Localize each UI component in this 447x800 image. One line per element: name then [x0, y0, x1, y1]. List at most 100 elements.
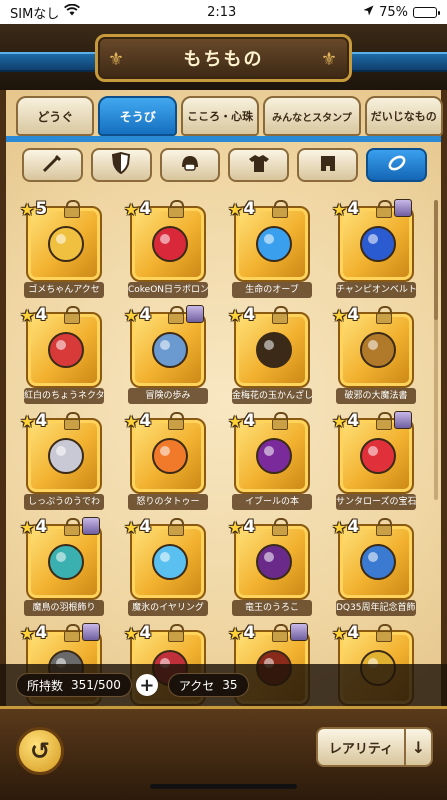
- tab-equipment[interactable]: そうび: [98, 96, 177, 136]
- lock-icon[interactable]: [376, 518, 392, 536]
- lock-icon[interactable]: [376, 412, 392, 430]
- item-card[interactable]: ★ 4 怒りのタトゥー: [124, 410, 210, 514]
- rarity-stars: ★ 4: [228, 410, 255, 432]
- item-card[interactable]: ★4 紅白のちょうネクタイ: [20, 304, 106, 408]
- scrollbar[interactable]: [434, 200, 438, 500]
- shirt-icon: [248, 153, 270, 177]
- lock-icon[interactable]: [168, 518, 184, 536]
- item-card[interactable]: ★ 4 破邪の大魔法書: [332, 304, 418, 408]
- rarity-value: 4: [35, 517, 48, 537]
- item-card[interactable]: ★ 5 ゴメちゃんアクセ: [20, 198, 106, 302]
- tab-stamps[interactable]: みんなとスタンプ: [263, 96, 361, 136]
- rarity-stars: ★ 4: [20, 516, 47, 538]
- subtab-shield[interactable]: [90, 148, 152, 182]
- tab-label: だいじなもの: [370, 110, 437, 123]
- rarity-stars: ★ 4: [124, 516, 151, 538]
- star-icon: ★: [332, 517, 347, 537]
- item-card[interactable]: ★ 4 竜王のうろこ: [228, 516, 314, 620]
- subtab-armor[interactable]: [228, 148, 290, 182]
- rarity-value: 4: [139, 305, 152, 325]
- subtab-legs[interactable]: [297, 148, 359, 182]
- sort-order-button[interactable]: ↓: [405, 727, 433, 767]
- home-indicator[interactable]: [150, 784, 297, 789]
- item-name: しっぷうのうでわ: [24, 494, 104, 510]
- item-art-icon: [248, 536, 300, 588]
- item-name: チャンピオンベルト: [336, 282, 416, 298]
- item-card[interactable]: ★ 4 DQ35周年記念首飾り: [332, 516, 418, 620]
- character-portrait-icon: [394, 199, 412, 217]
- tab-tools[interactable]: どうぐ: [16, 96, 95, 136]
- lock-icon[interactable]: [272, 518, 288, 536]
- subtab-accessory[interactable]: [366, 148, 427, 182]
- star-icon: ★: [332, 411, 347, 431]
- lock-icon[interactable]: [64, 200, 80, 218]
- shield-icon: [111, 151, 131, 178]
- title-plate: ⚜ もちもの ⚜: [95, 34, 352, 82]
- item-art-icon: [248, 430, 300, 482]
- wifi-icon: [64, 3, 81, 20]
- info-bar: 所持数 351/500 + アクセ 35: [0, 664, 447, 706]
- subtab-weapon[interactable]: [22, 148, 83, 182]
- lock-icon[interactable]: [168, 306, 184, 324]
- item-card[interactable]: ★ 4 魔鳥の羽根飾り: [20, 516, 106, 620]
- subtab-helmet[interactable]: [159, 148, 221, 182]
- lock-icon[interactable]: [272, 200, 288, 218]
- capacity-pill: 所持数 351/500: [16, 673, 132, 697]
- tab-key-items[interactable]: だいじなもの: [364, 96, 443, 136]
- lock-icon[interactable]: [376, 624, 392, 642]
- lock-icon[interactable]: [168, 624, 184, 642]
- item-card[interactable]: ★ 4 チャンピオンベルト: [332, 198, 418, 302]
- item-card[interactable]: ★ 4 しっぷうのうでわ: [20, 410, 106, 514]
- character-portrait-icon: [394, 411, 412, 429]
- lock-icon[interactable]: [376, 306, 392, 324]
- item-name: 魔鳥の羽根飾り: [24, 600, 104, 616]
- lock-icon[interactable]: [64, 306, 80, 324]
- lock-icon[interactable]: [272, 412, 288, 430]
- item-art-icon: [248, 324, 300, 376]
- capacity-label: 所持数: [27, 678, 64, 693]
- item-card[interactable]: ★ 4 冒険の歩み: [124, 304, 210, 408]
- back-button[interactable]: ↺: [16, 727, 64, 775]
- lock-icon[interactable]: [272, 624, 288, 642]
- rarity-value: 4: [139, 517, 152, 537]
- expand-capacity-button[interactable]: +: [135, 674, 158, 696]
- star-icon: ★: [228, 305, 243, 325]
- rarity-value: 4: [35, 623, 48, 643]
- item-art-icon: [40, 430, 92, 482]
- scrollbar-thumb[interactable]: [434, 200, 438, 320]
- wand-icon: [41, 153, 63, 177]
- star-icon: ★: [20, 305, 35, 325]
- star-icon: ★: [20, 517, 35, 537]
- page-title: もちもの: [183, 49, 264, 70]
- tab-hearts[interactable]: こころ・心珠: [180, 96, 260, 136]
- rarity-stars: ★ 4: [332, 410, 359, 432]
- item-card[interactable]: ★ 4 生命のオーブ: [228, 198, 314, 302]
- star-icon: ★: [124, 411, 139, 431]
- star-icon: ★: [20, 411, 35, 431]
- star-icon: ★: [124, 305, 139, 325]
- item-card[interactable]: ★ 4 イブールの本: [228, 410, 314, 514]
- lock-icon[interactable]: [64, 624, 80, 642]
- category-tabs: どうぐ そうび こころ・心珠 みんなとスタンプ だいじなもの: [16, 96, 443, 136]
- lock-icon[interactable]: [376, 200, 392, 218]
- item-name: 魔氷のイヤリング: [128, 600, 208, 616]
- item-card[interactable]: ★ 4 金梅花の玉かんざし: [228, 304, 314, 408]
- lock-icon[interactable]: [168, 412, 184, 430]
- accessory-icon: [386, 153, 408, 177]
- item-name: イブールの本: [232, 494, 312, 510]
- lock-icon[interactable]: [64, 518, 80, 536]
- lock-icon[interactable]: [272, 306, 288, 324]
- item-card[interactable]: ★ 4 魔氷のイヤリング: [124, 516, 210, 620]
- rarity-sort-label: レアリティ: [328, 741, 394, 757]
- item-card[interactable]: ★ 4 サンタローズの宝石: [332, 410, 418, 514]
- lock-icon[interactable]: [168, 200, 184, 218]
- rarity-sort-button[interactable]: レアリティ: [316, 727, 406, 767]
- battery-percent: 75%: [379, 4, 408, 20]
- capacity-value: 351/500: [71, 678, 121, 692]
- item-name: DQ35周年記念首飾り: [336, 600, 416, 616]
- item-card[interactable]: ★4 CokeON日ラボロンバス: [124, 198, 210, 302]
- fleur-ornament-icon: ⚜: [107, 49, 127, 70]
- lock-icon[interactable]: [64, 412, 80, 430]
- rarity-stars: ★ 4: [20, 622, 47, 644]
- star-icon: ★: [228, 411, 243, 431]
